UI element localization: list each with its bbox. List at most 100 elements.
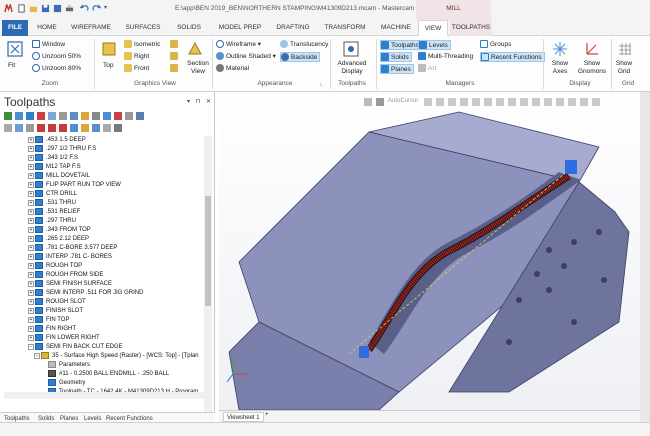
translucency-button[interactable]: Translucency bbox=[280, 40, 328, 50]
planes-manager-button[interactable]: Planes bbox=[380, 64, 414, 74]
solids-manager-button[interactable]: Solids bbox=[380, 52, 412, 62]
list-item[interactable]: + .531 RELIEF bbox=[2, 208, 80, 217]
vertical-scrollbar[interactable] bbox=[204, 136, 212, 432]
tool-item[interactable]: #11 - 0.2500 BALL ENDMILL - .250 BALL bbox=[48, 370, 169, 379]
unzoom-80-button[interactable]: Unzoom 80% bbox=[32, 64, 81, 74]
scrollbar-thumb[interactable] bbox=[205, 196, 211, 306]
parameters-item[interactable]: Parameters bbox=[48, 361, 90, 370]
move-down-icon[interactable] bbox=[37, 124, 45, 132]
list-item[interactable]: + .531 THRU bbox=[2, 199, 76, 208]
list-item[interactable]: + CTR DRILL bbox=[2, 190, 77, 199]
high-feed-icon[interactable] bbox=[92, 112, 100, 120]
expand-icon[interactable]: + bbox=[28, 289, 34, 296]
front-view-button[interactable]: Front bbox=[124, 64, 149, 74]
expand-icon[interactable]: + bbox=[28, 145, 34, 152]
list-item[interactable]: + FIN TOP bbox=[2, 316, 69, 325]
select-all-icon[interactable] bbox=[4, 112, 12, 120]
expand-icon[interactable]: + bbox=[28, 181, 34, 188]
expand-icon[interactable]: − bbox=[28, 343, 34, 350]
tab-surfaces[interactable]: SURFACES bbox=[118, 20, 168, 36]
fit-button[interactable]: Fit bbox=[8, 62, 15, 69]
expand-icon[interactable]: + bbox=[28, 235, 34, 242]
list-item[interactable]: + MILL DOVETAIL bbox=[2, 172, 90, 181]
tab-view[interactable]: VIEW bbox=[418, 20, 448, 37]
toggle-posting-icon[interactable] bbox=[15, 124, 23, 132]
undo-icon[interactable] bbox=[80, 4, 89, 13]
expand-icon[interactable]: + bbox=[28, 280, 34, 287]
open-folder-icon[interactable] bbox=[29, 4, 38, 13]
list-item[interactable]: + M12 TAP F.S bbox=[2, 163, 81, 172]
zoom-window-button[interactable]: Window bbox=[32, 40, 65, 50]
expanded-operation[interactable]: −35 - Surface High Speed (Raster) - [WCS… bbox=[18, 352, 199, 361]
expand-icon[interactable]: + bbox=[28, 208, 34, 215]
expand-icon[interactable]: + bbox=[28, 325, 34, 332]
expand-icon[interactable]: + bbox=[28, 253, 34, 260]
tab-machine[interactable]: MACHINE bbox=[374, 20, 418, 36]
right-scrollbar[interactable] bbox=[640, 92, 650, 422]
select-failed-icon[interactable] bbox=[15, 112, 23, 120]
expand-icon[interactable]: + bbox=[28, 163, 34, 170]
view-option-button[interactable] bbox=[170, 52, 180, 62]
tab-solids[interactable]: SOLIDS bbox=[170, 20, 208, 36]
list-item[interactable]: + ROUGH SLOT bbox=[2, 298, 86, 307]
expand-icon[interactable]: + bbox=[28, 262, 34, 269]
list-item[interactable]: + SEMI INTERP .511 FOR JIG GRIND bbox=[2, 289, 143, 298]
list-item[interactable]: + .265 2.12 DEEP bbox=[2, 235, 89, 244]
list-item[interactable]: + INTERP .781 C- BORES bbox=[2, 253, 112, 262]
wireframe-button[interactable]: Wireframe ▾ bbox=[216, 40, 261, 50]
save-as-icon[interactable] bbox=[53, 4, 62, 13]
toolpaths-manager-button[interactable]: Toolpaths bbox=[380, 40, 422, 50]
tab-transform[interactable]: TRANSFORM bbox=[318, 20, 372, 36]
list-item[interactable]: + .297 THRU bbox=[2, 217, 76, 226]
recent-functions-button[interactable]: Recent Functions bbox=[480, 52, 545, 62]
show-gnomons-button[interactable]: Show Gnomons bbox=[576, 60, 608, 76]
advanced-display-button[interactable]: Advanced Display bbox=[334, 60, 370, 76]
material-button[interactable]: Material bbox=[216, 64, 249, 74]
simulate-icon[interactable] bbox=[70, 112, 78, 120]
options-icon[interactable] bbox=[114, 124, 122, 132]
show-grid-button[interactable]: Show Grid bbox=[614, 60, 634, 76]
multi-threading-button[interactable]: Multi-Threading bbox=[418, 52, 473, 62]
expand-icon[interactable]: + bbox=[28, 154, 34, 161]
lock-icon[interactable] bbox=[114, 112, 122, 120]
geometry-item[interactable]: Geometry bbox=[48, 379, 85, 388]
list-item[interactable]: + .453 1.5 DEEP bbox=[2, 136, 86, 145]
list-item[interactable]: + SEMI FINISH SURFACE bbox=[2, 280, 112, 289]
expand-icon[interactable]: + bbox=[28, 298, 34, 305]
tab-drafting[interactable]: DRAFTING bbox=[270, 20, 316, 36]
expand-icon[interactable]: + bbox=[28, 226, 34, 233]
regenerate-dirty-icon[interactable] bbox=[37, 112, 45, 120]
new-file-icon[interactable] bbox=[17, 4, 26, 13]
print-icon[interactable] bbox=[65, 4, 74, 13]
regenerate-icon[interactable] bbox=[26, 112, 34, 120]
list-item[interactable]: + .343 FROM TOP bbox=[2, 226, 91, 235]
expand-icon[interactable]: + bbox=[28, 190, 34, 197]
panel-controls[interactable]: ▾ ⊓ ✕ bbox=[187, 98, 213, 105]
scroll-to-icon[interactable] bbox=[70, 124, 78, 132]
tab-toolpaths[interactable]: TOOLPATHS bbox=[450, 20, 492, 36]
insert-arrow-icon[interactable] bbox=[59, 124, 67, 132]
show-gnomons-icon[interactable] bbox=[583, 40, 601, 58]
dialog-launcher-icon[interactable]: ⌞ bbox=[320, 80, 323, 87]
verify-icon[interactable] bbox=[59, 112, 67, 120]
show-tool-icon[interactable] bbox=[81, 124, 89, 132]
lock-op-icon[interactable] bbox=[4, 124, 12, 132]
view-option-button[interactable] bbox=[170, 40, 180, 50]
list-item[interactable]: + .297 1/2 THRU F.S bbox=[2, 145, 96, 154]
list-item[interactable]: + FIN RIGHT bbox=[2, 325, 76, 334]
view-option-button[interactable] bbox=[170, 64, 180, 74]
show-axes-icon[interactable] bbox=[551, 40, 569, 58]
section-view-button[interactable]: Section View bbox=[184, 60, 212, 76]
expand-icon[interactable]: + bbox=[28, 316, 34, 323]
collapse-icon[interactable]: − bbox=[34, 352, 40, 359]
move-insert-icon[interactable] bbox=[26, 124, 34, 132]
list-item[interactable]: + .781 C-BORE 3.577 DEEP bbox=[2, 244, 117, 253]
tab-home[interactable]: HOME bbox=[30, 20, 64, 36]
list-item[interactable]: + ROUGH TOP bbox=[2, 262, 82, 271]
show-axes-button[interactable]: Show Axes bbox=[546, 60, 574, 76]
expand-icon[interactable]: + bbox=[28, 136, 34, 143]
advanced-display-icon[interactable] bbox=[342, 40, 360, 58]
fit-icon[interactable] bbox=[6, 40, 24, 58]
list-item[interactable]: + ROUGH FROM SIDE bbox=[2, 271, 103, 280]
show-grid-icon[interactable] bbox=[616, 40, 634, 58]
